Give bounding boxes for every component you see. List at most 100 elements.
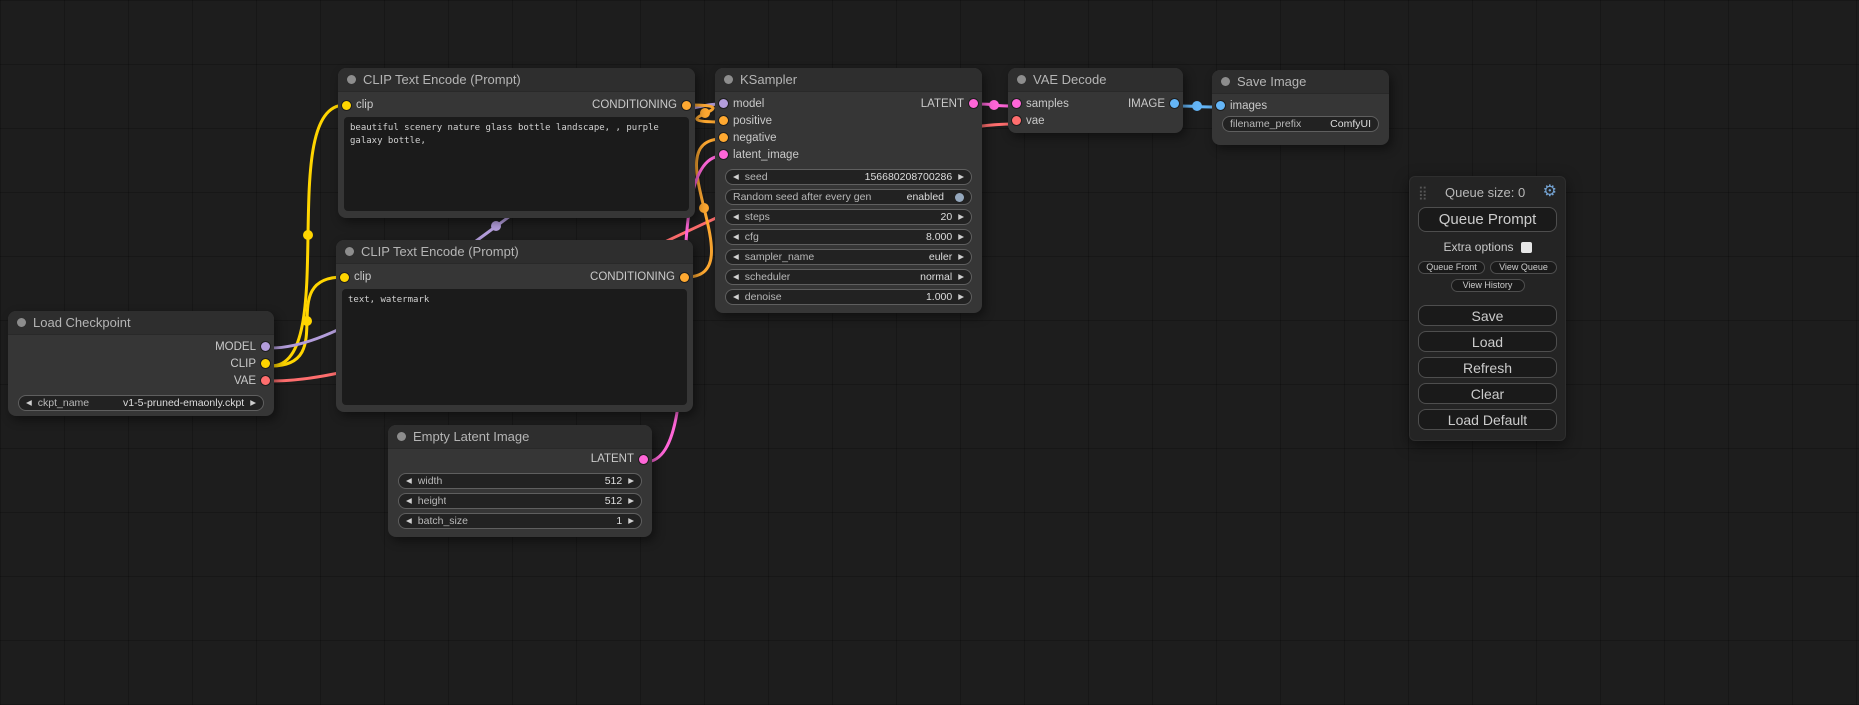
link-midpoint-dot[interactable] [1192, 101, 1202, 111]
decrement-arrow-icon[interactable]: ◀ [733, 233, 739, 241]
node-clip-text-encode-negative[interactable]: CLIP Text Encode (Prompt) clip CONDITION… [336, 240, 693, 412]
link-midpoint-dot[interactable] [491, 221, 501, 231]
link-midpoint-dot[interactable] [700, 108, 710, 118]
conditioning-slot-dot-icon[interactable] [682, 101, 691, 110]
input-slot-samples[interactable]: samples [1012, 98, 1069, 110]
increment-arrow-icon[interactable]: ▶ [958, 173, 964, 181]
sampler-name-widget[interactable]: ◀ sampler_name euler ▶ [725, 249, 972, 265]
view-queue-button[interactable]: View Queue [1490, 261, 1557, 274]
queue-front-button[interactable]: Queue Front [1418, 261, 1485, 274]
latent-slot-dot-icon[interactable] [719, 150, 728, 159]
input-slot-negative[interactable]: negative [719, 132, 776, 144]
image-slot-dot-icon[interactable] [1170, 99, 1179, 108]
collapse-dot-icon[interactable] [1017, 75, 1026, 84]
increment-arrow-icon[interactable]: ▶ [628, 497, 634, 505]
extra-options-checkbox[interactable] [1521, 242, 1532, 253]
collapse-dot-icon[interactable] [397, 432, 406, 441]
cfg-widget[interactable]: ◀ cfg 8.000 ▶ [725, 229, 972, 245]
node-title-bar[interactable]: VAE Decode [1008, 68, 1183, 92]
decrement-arrow-icon[interactable]: ◀ [406, 477, 412, 485]
steps-widget[interactable]: ◀ steps 20 ▶ [725, 209, 972, 225]
toggle-dot-icon[interactable] [955, 193, 964, 202]
output-slot-clip[interactable]: CLIP [230, 358, 270, 370]
output-slot-latent[interactable]: LATENT [591, 453, 648, 465]
seed-widget[interactable]: ◀ seed 156680208700286 ▶ [725, 169, 972, 185]
decrement-arrow-icon[interactable]: ◀ [733, 293, 739, 301]
output-slot-vae[interactable]: VAE [234, 375, 270, 387]
increment-arrow-icon[interactable]: ▶ [250, 399, 256, 407]
latent-slot-dot-icon[interactable] [969, 99, 978, 108]
collapse-dot-icon[interactable] [347, 75, 356, 84]
decrement-arrow-icon[interactable]: ◀ [26, 399, 32, 407]
random-seed-toggle-widget[interactable]: Random seed after every gen enabled [725, 189, 972, 205]
input-slot-latent-image[interactable]: latent_image [719, 149, 799, 161]
scheduler-widget[interactable]: ◀ scheduler normal ▶ [725, 269, 972, 285]
height-widget[interactable]: ◀ height 512 ▶ [398, 493, 642, 509]
input-slot-vae[interactable]: vae [1012, 115, 1045, 127]
node-save-image[interactable]: Save Image images filename_prefix ComfyU… [1212, 70, 1389, 145]
latent-slot-dot-icon[interactable] [639, 455, 648, 464]
input-slot-clip[interactable]: clip [342, 99, 373, 111]
model-slot-dot-icon[interactable] [719, 99, 728, 108]
node-graph-canvas[interactable]: Load Checkpoint MODEL CLIP VAE [0, 0, 1859, 705]
node-ksampler[interactable]: KSampler model LATENT positive [715, 68, 982, 313]
denoise-widget[interactable]: ◀ denoise 1.000 ▶ [725, 289, 972, 305]
output-slot-conditioning[interactable]: CONDITIONING [590, 271, 689, 283]
clip-slot-dot-icon[interactable] [340, 273, 349, 282]
conditioning-slot-dot-icon[interactable] [719, 133, 728, 142]
collapse-dot-icon[interactable] [17, 318, 26, 327]
node-title-bar[interactable]: Save Image [1212, 70, 1389, 94]
node-load-checkpoint[interactable]: Load Checkpoint MODEL CLIP VAE [8, 311, 274, 416]
save-button[interactable]: Save [1418, 305, 1557, 326]
view-history-button[interactable]: View History [1451, 279, 1525, 292]
increment-arrow-icon[interactable]: ▶ [628, 477, 634, 485]
decrement-arrow-icon[interactable]: ◀ [733, 173, 739, 181]
decrement-arrow-icon[interactable]: ◀ [733, 273, 739, 281]
increment-arrow-icon[interactable]: ▶ [958, 213, 964, 221]
collapse-dot-icon[interactable] [345, 247, 354, 256]
increment-arrow-icon[interactable]: ▶ [958, 293, 964, 301]
clip-slot-dot-icon[interactable] [342, 101, 351, 110]
latent-slot-dot-icon[interactable] [1012, 99, 1021, 108]
clip-slot-dot-icon[interactable] [261, 359, 270, 368]
decrement-arrow-icon[interactable]: ◀ [733, 213, 739, 221]
link-midpoint-dot[interactable] [303, 230, 313, 240]
node-title-bar[interactable]: CLIP Text Encode (Prompt) [338, 68, 695, 92]
filename-prefix-widget[interactable]: filename_prefix ComfyUI [1222, 116, 1379, 132]
queue-prompt-button[interactable]: Queue Prompt [1418, 207, 1557, 232]
output-slot-image[interactable]: IMAGE [1128, 98, 1179, 110]
node-title-bar[interactable]: KSampler [715, 68, 982, 92]
positive-prompt-textarea[interactable]: beautiful scenery nature glass bottle la… [344, 117, 689, 211]
decrement-arrow-icon[interactable]: ◀ [733, 253, 739, 261]
node-title-bar[interactable]: Empty Latent Image [388, 425, 652, 449]
negative-prompt-textarea[interactable]: text, watermark [342, 289, 687, 405]
decrement-arrow-icon[interactable]: ◀ [406, 497, 412, 505]
image-slot-dot-icon[interactable] [1216, 101, 1225, 110]
vae-slot-dot-icon[interactable] [1012, 116, 1021, 125]
node-empty-latent-image[interactable]: Empty Latent Image LATENT ◀ width 512 ▶ … [388, 425, 652, 537]
load-default-button[interactable]: Load Default [1418, 409, 1557, 430]
node-title-bar[interactable]: Load Checkpoint [8, 311, 274, 335]
input-slot-images[interactable]: images [1216, 100, 1267, 112]
output-slot-latent[interactable]: LATENT [921, 98, 978, 110]
clear-button[interactable]: Clear [1418, 383, 1557, 404]
vae-slot-dot-icon[interactable] [261, 376, 270, 385]
link-midpoint-dot[interactable] [989, 100, 999, 110]
drag-handle-icon[interactable]: ⣿ [1418, 186, 1428, 199]
conditioning-slot-dot-icon[interactable] [680, 273, 689, 282]
collapse-dot-icon[interactable] [1221, 77, 1230, 86]
link-midpoint-dot[interactable] [699, 203, 709, 213]
increment-arrow-icon[interactable]: ▶ [958, 233, 964, 241]
collapse-dot-icon[interactable] [724, 75, 733, 84]
output-slot-conditioning[interactable]: CONDITIONING [592, 99, 691, 111]
load-button[interactable]: Load [1418, 331, 1557, 352]
settings-gear-icon[interactable]: ⚙ [1543, 184, 1557, 200]
batch-size-widget[interactable]: ◀ batch_size 1 ▶ [398, 513, 642, 529]
increment-arrow-icon[interactable]: ▶ [958, 253, 964, 261]
conditioning-slot-dot-icon[interactable] [719, 116, 728, 125]
decrement-arrow-icon[interactable]: ◀ [406, 517, 412, 525]
ckpt-name-widget[interactable]: ◀ ckpt_name v1-5-pruned-emaonly.ckpt ▶ [18, 395, 264, 411]
input-slot-clip[interactable]: clip [340, 271, 371, 283]
node-clip-text-encode-positive[interactable]: CLIP Text Encode (Prompt) clip CONDITION… [338, 68, 695, 218]
width-widget[interactable]: ◀ width 512 ▶ [398, 473, 642, 489]
